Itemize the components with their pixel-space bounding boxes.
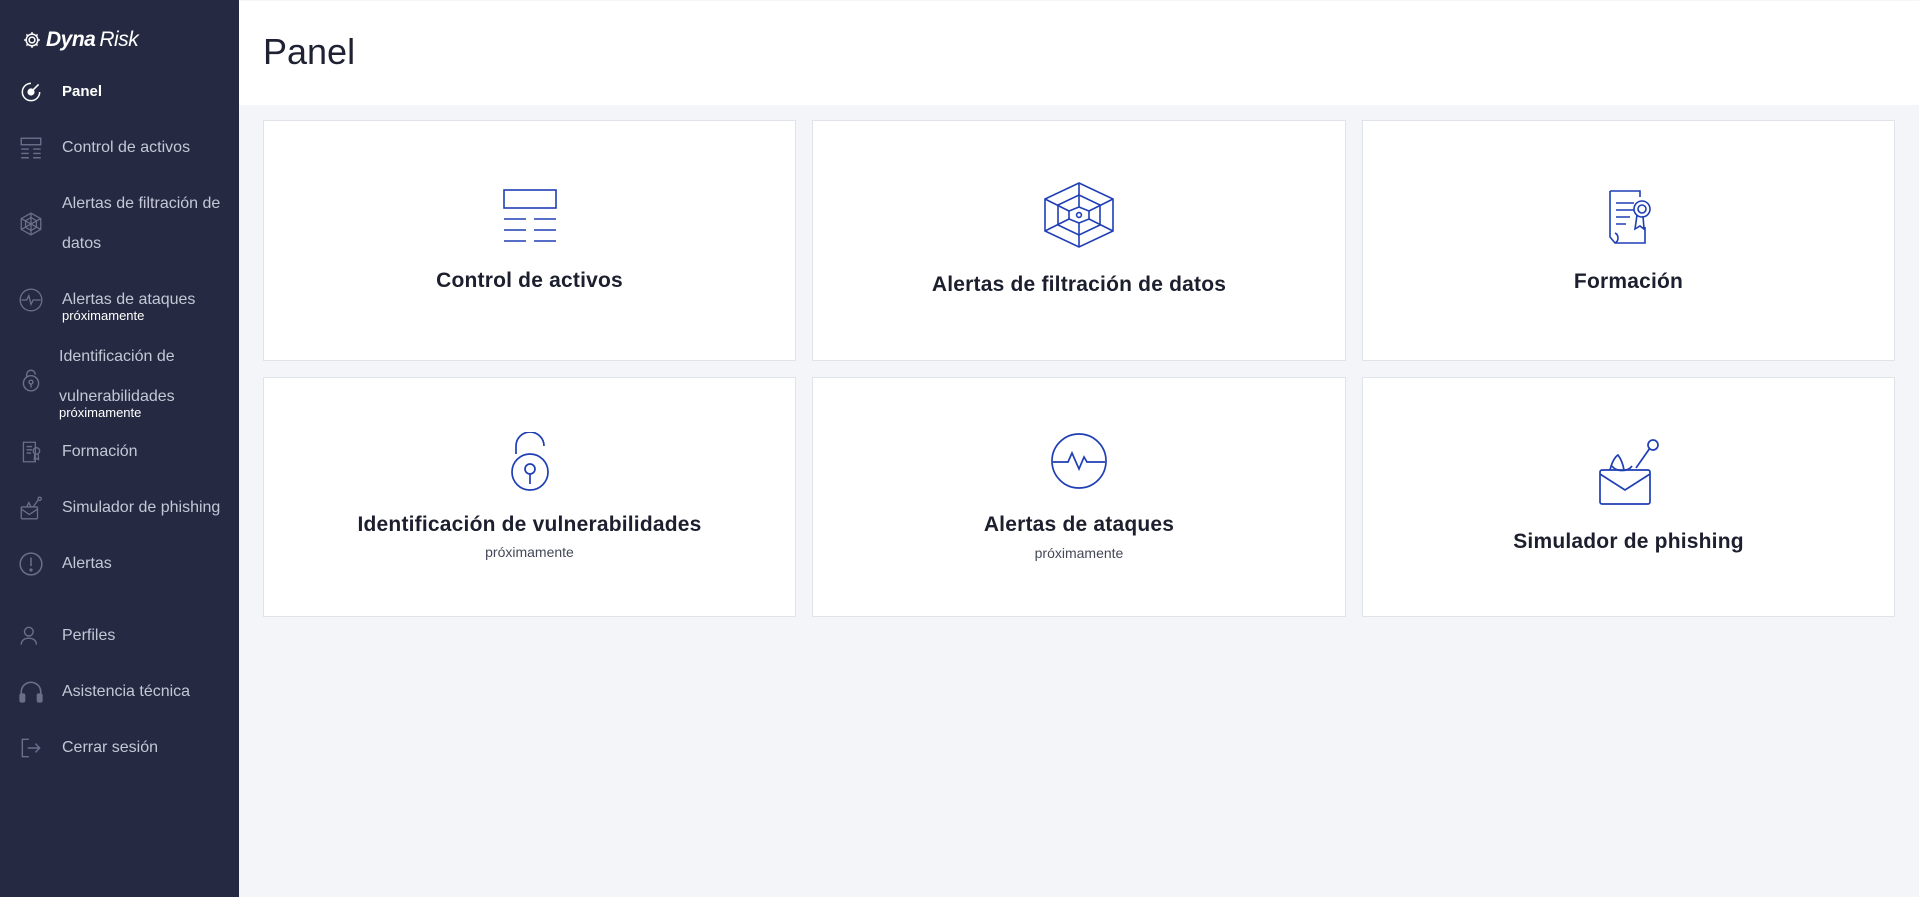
web-icon [18,211,44,237]
lock-icon [18,367,44,393]
phishing-icon [18,495,44,521]
pulse-icon [1051,433,1107,489]
certificate-icon [18,439,44,465]
sidebar-item-panel[interactable]: Panel [0,72,239,112]
gear-logo-icon [24,32,40,48]
card-formacion[interactable]: Formación [1362,120,1895,361]
sidebar-item-formacion[interactable]: Formación [0,432,239,472]
sidebar-item-label: Control de activos [62,139,191,156]
coming-soon-badge: próximamente [1034,545,1124,561]
sidebar-item-label: Panel [62,83,103,100]
pulse-icon [18,287,44,313]
certificate-icon [1608,190,1651,244]
alert-icon [18,551,44,577]
sidebar-item-label: Asistencia técnica [62,683,191,700]
user-icon [18,623,44,649]
brand-name-part2: Risk [99,28,139,51]
page-header: Panel [239,1,1919,105]
card-title: Alertas de ataques [983,513,1175,536]
sidebar-item-label: Perfiles [62,627,116,644]
sidebar-item-cerrar-sesion[interactable]: Cerrar sesión [0,728,239,768]
card-title: Simulador de phishing [1513,530,1744,553]
sidebar-item-alertas-ataques[interactable]: Alertas de ataques próximamente [0,280,239,326]
sidebar-item-simulador-phishing[interactable]: Simulador de phishing [0,488,239,528]
sidebar-item-label: Alertas [62,555,112,572]
assets-icon [502,189,557,242]
card-title: Identificación de vulnerabilidades [357,513,702,536]
sidebar-item-label: Cerrar sesión [62,739,159,756]
phishing-icon [1598,439,1659,505]
assets-icon [18,135,44,161]
card-identificacion-vulnerabilidades[interactable]: Identificación de vulnerabilidades próxi… [263,377,796,617]
sidebar: Dyna Risk Panel Control de activos Alerta… [0,0,239,897]
card-title: Alertas de filtración de datos [931,273,1227,296]
dashboard-icon [18,79,44,105]
logout-icon [18,735,44,761]
sidebar-item-alertas[interactable]: Alertas [0,544,239,584]
card-alertas-filtracion[interactable]: Alertas de filtración de datos [812,120,1346,361]
lock-icon [510,432,549,491]
sidebar-item-label-line2: datos [62,235,102,252]
sidebar-item-perfiles[interactable]: Perfiles [0,616,239,656]
sidebar-item-alertas-filtracion[interactable]: Alertas de filtración de datos [0,184,239,264]
coming-soon-badge: próximamente [485,544,574,560]
card-title: Control de activos [436,269,623,292]
card-control-activos[interactable]: Control de activos [263,120,796,361]
web-icon [1044,182,1114,248]
sidebar-item-label: Formación [62,443,138,460]
page-title: Panel [263,31,356,72]
card-alertas-ataques[interactable]: Alertas de ataques próximamente [812,377,1346,617]
headset-icon [18,679,44,705]
logo[interactable]: Dyna Risk [22,28,139,52]
sidebar-item-control-activos[interactable]: Control de activos [0,128,239,168]
card-title: Formación [1573,270,1684,293]
sidebar-item-label: Simulador de phishing [62,499,221,516]
sidebar-item-identificacion-vulnerabilidades[interactable]: Identificación de vulnerabilidades próxi… [0,337,239,423]
coming-soon-badge: próximamente [62,308,145,323]
card-simulador-phishing[interactable]: Simulador de phishing [1362,377,1895,617]
sidebar-item-label-line1: Identificación de [59,348,175,365]
brand-name-part1: Dyna [46,28,96,51]
coming-soon-badge: próximamente [59,405,142,420]
sidebar-item-label-line1: Alertas de filtración de [62,195,221,212]
sidebar-item-asistencia-tecnica[interactable]: Asistencia técnica [0,672,239,712]
